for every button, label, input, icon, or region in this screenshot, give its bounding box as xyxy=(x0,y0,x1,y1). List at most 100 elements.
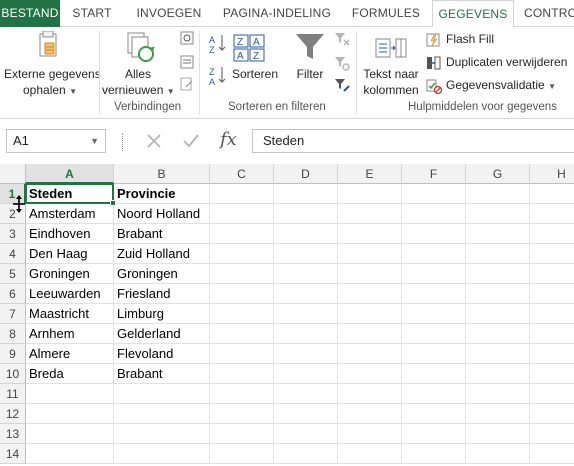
cell-e11[interactable] xyxy=(338,384,402,404)
external-data-button[interactable]: Externe gegevens ophalen ▼ xyxy=(0,29,101,99)
cell-f4[interactable] xyxy=(402,244,466,264)
cell-b3[interactable]: Brabant xyxy=(114,224,210,244)
cell-e12[interactable] xyxy=(338,404,402,424)
tab-gegevens[interactable]: GEGEVENS xyxy=(432,0,514,28)
properties-icon[interactable] xyxy=(180,55,194,69)
cell-b10[interactable]: Brabant xyxy=(114,364,210,384)
cell-e14[interactable] xyxy=(338,444,402,464)
column-header-b[interactable]: B xyxy=(114,164,210,184)
cell-h1[interactable] xyxy=(530,184,574,204)
cell-c2[interactable] xyxy=(210,204,274,224)
cell-c11[interactable] xyxy=(210,384,274,404)
cell-d2[interactable] xyxy=(274,204,338,224)
cell-c9[interactable] xyxy=(210,344,274,364)
cell-b5[interactable]: Groningen xyxy=(114,264,210,284)
row-header-4[interactable]: 4 xyxy=(0,244,26,264)
sort-z-a-icon[interactable]: Z A xyxy=(208,65,228,87)
sort-button[interactable]: Z A A Z Sorteren xyxy=(230,31,280,97)
row-header-9[interactable]: 9 xyxy=(0,344,26,364)
column-header-a[interactable]: A xyxy=(26,164,114,184)
insert-function-icon[interactable]: fx xyxy=(220,129,237,151)
cell-f13[interactable] xyxy=(402,424,466,444)
formula-input[interactable]: Steden xyxy=(252,129,574,153)
cell-d13[interactable] xyxy=(274,424,338,444)
tab-start[interactable]: START xyxy=(64,0,120,27)
column-header-f[interactable]: F xyxy=(402,164,466,184)
cell-d1[interactable] xyxy=(274,184,338,204)
cell-c8[interactable] xyxy=(210,324,274,344)
cell-e6[interactable] xyxy=(338,284,402,304)
cell-d6[interactable] xyxy=(274,284,338,304)
cell-e10[interactable] xyxy=(338,364,402,384)
cell-g12[interactable] xyxy=(466,404,530,424)
cell-b7[interactable]: Limburg xyxy=(114,304,210,324)
sort-a-z-icon[interactable]: A Z xyxy=(208,33,228,55)
cell-b14[interactable] xyxy=(114,444,210,464)
cell-f8[interactable] xyxy=(402,324,466,344)
cell-b6[interactable]: Friesland xyxy=(114,284,210,304)
tab-pagina-indeling[interactable]: PAGINA-INDELING xyxy=(218,0,336,27)
cell-e7[interactable] xyxy=(338,304,402,324)
cell-h7[interactable] xyxy=(530,304,574,324)
row-header-11[interactable]: 11 xyxy=(0,384,26,404)
cell-f10[interactable] xyxy=(402,364,466,384)
cell-a12[interactable] xyxy=(26,404,114,424)
cell-e4[interactable] xyxy=(338,244,402,264)
cell-a1[interactable]: Steden xyxy=(26,184,114,204)
cell-h10[interactable] xyxy=(530,364,574,384)
flash-fill-button[interactable]: Flash Fill xyxy=(426,31,536,49)
clear-filter-icon[interactable] xyxy=(334,31,350,47)
cancel-icon[interactable] xyxy=(146,133,162,149)
cell-f9[interactable] xyxy=(402,344,466,364)
advanced-filter-icon[interactable] xyxy=(334,77,350,93)
cell-a7[interactable]: Maastricht xyxy=(26,304,114,324)
cell-g4[interactable] xyxy=(466,244,530,264)
cell-c14[interactable] xyxy=(210,444,274,464)
cell-g8[interactable] xyxy=(466,324,530,344)
cell-e9[interactable] xyxy=(338,344,402,364)
row-header-14[interactable]: 14 xyxy=(0,444,26,464)
cell-c7[interactable] xyxy=(210,304,274,324)
edit-links-icon[interactable] xyxy=(180,77,194,91)
row-header-7[interactable]: 7 xyxy=(0,304,26,324)
filter-button[interactable]: Filter xyxy=(292,31,328,97)
row-header-8[interactable]: 8 xyxy=(0,324,26,344)
cell-c4[interactable] xyxy=(210,244,274,264)
cell-d9[interactable] xyxy=(274,344,338,364)
cell-f12[interactable] xyxy=(402,404,466,424)
column-header-g[interactable]: G xyxy=(466,164,530,184)
cell-d5[interactable] xyxy=(274,264,338,284)
cell-g10[interactable] xyxy=(466,364,530,384)
cell-g3[interactable] xyxy=(466,224,530,244)
remove-duplicates-button[interactable]: Duplicaten verwijderen xyxy=(426,54,574,72)
cell-c10[interactable] xyxy=(210,364,274,384)
data-validation-button[interactable]: Gegevensvalidatie ▼ xyxy=(426,77,574,95)
cell-c12[interactable] xyxy=(210,404,274,424)
cell-b2[interactable]: Noord Holland xyxy=(114,204,210,224)
cell-h14[interactable] xyxy=(530,444,574,464)
cell-f14[interactable] xyxy=(402,444,466,464)
cell-a4[interactable]: Den Haag xyxy=(26,244,114,264)
cell-f7[interactable] xyxy=(402,304,466,324)
cell-e5[interactable] xyxy=(338,264,402,284)
tab-formules[interactable]: FORMULES xyxy=(345,0,427,27)
cell-a9[interactable]: Almere xyxy=(26,344,114,364)
cell-g9[interactable] xyxy=(466,344,530,364)
cell-d11[interactable] xyxy=(274,384,338,404)
cell-d8[interactable] xyxy=(274,324,338,344)
column-header-c[interactable]: C xyxy=(210,164,274,184)
cell-b11[interactable] xyxy=(114,384,210,404)
cell-c3[interactable] xyxy=(210,224,274,244)
cell-h12[interactable] xyxy=(530,404,574,424)
cell-h5[interactable] xyxy=(530,264,574,284)
cell-b1[interactable]: Provincie xyxy=(114,184,210,204)
cell-c13[interactable] xyxy=(210,424,274,444)
enter-check-icon[interactable] xyxy=(182,133,200,149)
cell-f11[interactable] xyxy=(402,384,466,404)
row-header-10[interactable]: 10 xyxy=(0,364,26,384)
cell-h11[interactable] xyxy=(530,384,574,404)
refresh-all-button[interactable]: Alles vernieuwen ▼ xyxy=(102,29,175,99)
tab-controleren[interactable]: CONTRO xyxy=(524,0,574,27)
cell-h8[interactable] xyxy=(530,324,574,344)
cell-a6[interactable]: Leeuwarden xyxy=(26,284,114,304)
